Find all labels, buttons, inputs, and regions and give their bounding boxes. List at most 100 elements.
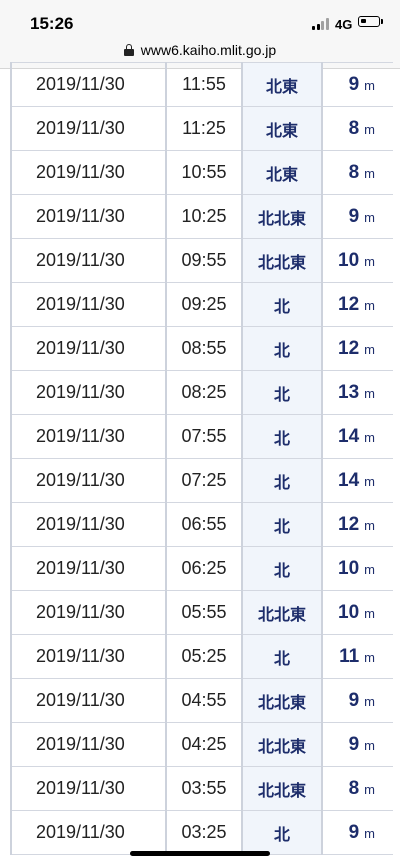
wind-speed-value: 9 — [348, 821, 360, 843]
time-cell: 06:25 — [165, 546, 243, 591]
wind-speed-cell: 14 m — [321, 458, 393, 503]
time-cell: 04:55 — [165, 678, 243, 723]
wind-speed-unit: m — [364, 561, 375, 577]
table-row: 2019/11/30 05:55 北北東 10 m — [10, 590, 393, 635]
wind-speed-cell: 14 m — [321, 414, 393, 459]
wind-speed-unit: m — [364, 253, 375, 269]
time-cell: 07:55 — [165, 414, 243, 459]
wind-observation-table: 2019/11/30 11:55 北東 9 m 2019/11/30 11:25 北東 8 m 20… — [10, 62, 393, 855]
wind-direction-cell: 北北東 — [241, 238, 323, 283]
date-cell: 2019/11/30 — [10, 414, 167, 459]
wind-speed-value: 9 — [348, 689, 360, 711]
wind-speed-value: 10 — [338, 557, 360, 579]
wind-speed-cell: 11 m — [321, 634, 393, 679]
wind-speed-unit: m — [364, 121, 375, 137]
wind-speed-value: 12 — [338, 337, 360, 359]
time-cell: 08:25 — [165, 370, 243, 415]
wind-speed-value: 11 — [339, 645, 360, 667]
table-row: 2019/11/30 06:55 北 12 m — [10, 502, 393, 547]
table-row: 2019/11/30 08:25 北 13 m — [10, 370, 393, 415]
cellular-signal-icon — [312, 18, 329, 30]
wind-speed-unit: m — [364, 77, 375, 93]
date-cell: 2019/11/30 — [10, 766, 167, 811]
table-row: 2019/11/30 10:55 北東 8 m — [10, 150, 393, 195]
table-row: 2019/11/30 10:25 北北東 9 m — [10, 194, 393, 239]
wind-speed-unit: m — [364, 165, 375, 181]
wind-speed-unit: m — [364, 429, 375, 445]
wind-speed-value: 10 — [338, 601, 360, 623]
wind-speed-unit: m — [364, 737, 375, 753]
date-cell: 2019/11/30 — [10, 590, 167, 635]
date-cell: 2019/11/30 — [10, 194, 167, 239]
wind-speed-unit: m — [364, 209, 375, 225]
wind-speed-unit: m — [364, 473, 375, 489]
wind-speed-unit: m — [364, 781, 375, 797]
battery-cap — [381, 19, 383, 24]
wind-speed-cell: 9m — [321, 194, 393, 239]
wind-speed-cell: 12 m — [321, 282, 393, 327]
wind-direction-cell: 北 — [241, 458, 323, 503]
wind-speed-unit: m — [364, 605, 375, 621]
wind-direction-cell: 北 — [241, 282, 323, 327]
date-cell: 2019/11/30 — [10, 326, 167, 371]
wind-speed-cell: 10 m — [321, 546, 393, 591]
time-cell: 08:55 — [165, 326, 243, 371]
wind-speed-cell: 10 m — [321, 238, 393, 283]
table-row: 2019/11/30 11:55 北東 9 m — [10, 62, 393, 107]
wind-direction-cell: 北 — [241, 370, 323, 415]
date-cell: 2019/11/30 — [10, 502, 167, 547]
home-indicator[interactable] — [130, 851, 270, 856]
time-cell: 04:25 — [165, 722, 243, 767]
battery-level — [361, 19, 366, 23]
date-cell: 2019/11/30 — [10, 546, 167, 591]
wind-speed-cell: 9m — [321, 810, 393, 855]
wind-speed-value: 8 — [348, 117, 360, 139]
time-cell: 07:25 — [165, 458, 243, 503]
table-row: 2019/11/30 06:25 北 10 m — [10, 546, 393, 591]
wind-speed-cell: 8m — [321, 766, 393, 811]
battery-icon — [358, 16, 380, 27]
wind-speed-unit: m — [364, 649, 375, 665]
wind-direction-cell: 北 — [241, 326, 323, 371]
time-cell: 03:55 — [165, 766, 243, 811]
date-cell: 2019/11/30 — [10, 106, 167, 151]
wind-direction-cell: 北東 — [241, 62, 323, 107]
time-cell: 10:55 — [165, 150, 243, 195]
time-cell: 09:55 — [165, 238, 243, 283]
wind-speed-value: 8 — [348, 777, 360, 799]
wind-speed-cell: 8m — [321, 106, 393, 151]
wind-speed-value: 12 — [338, 293, 360, 315]
wind-speed-cell: 9m — [321, 62, 393, 107]
wind-direction-cell: 北北東 — [241, 678, 323, 723]
wind-speed-cell: 9m — [321, 678, 393, 723]
wind-speed-value: 13 — [338, 381, 360, 403]
date-cell: 2019/11/30 — [10, 634, 167, 679]
table-row: 2019/11/30 05:25 北 11 m — [10, 634, 393, 679]
wind-speed-cell: 8m — [321, 150, 393, 195]
url-text[interactable]: www6.kaiho.mlit.go.jp — [141, 42, 276, 58]
date-cell: 2019/11/30 — [10, 370, 167, 415]
wind-speed-value: 14 — [338, 469, 360, 491]
wind-direction-cell: 北東 — [241, 106, 323, 151]
wind-direction-cell: 北北東 — [241, 194, 323, 239]
time-cell: 09:25 — [165, 282, 243, 327]
wind-speed-value: 8 — [348, 161, 360, 183]
table-row: 2019/11/30 03:25 北 9 m — [10, 810, 393, 855]
wind-speed-value: 10 — [338, 249, 360, 271]
table-row: 2019/11/30 07:55 北 14 m — [10, 414, 393, 459]
wind-direction-cell: 北東 — [241, 150, 323, 195]
wind-direction-cell: 北 — [241, 414, 323, 459]
observation-table-container[interactable]: 2019/11/30 11:55 北東 9 m 2019/11/30 11:25 北東 8 m 20… — [10, 62, 393, 866]
wind-speed-value: 12 — [338, 513, 360, 535]
wind-direction-cell: 北北東 — [241, 766, 323, 811]
date-cell: 2019/11/30 — [10, 150, 167, 195]
wind-direction-cell: 北 — [241, 810, 323, 855]
wind-speed-cell: 12 m — [321, 502, 393, 547]
wind-speed-unit: m — [364, 693, 375, 709]
date-cell: 2019/11/30 — [10, 62, 167, 107]
wind-speed-unit: m — [364, 517, 375, 533]
table-row: 2019/11/30 09:55 北北東 10 m — [10, 238, 393, 283]
table-row: 2019/11/30 04:25 北北東 9 m — [10, 722, 393, 767]
table-row: 2019/11/30 07:25 北 14 m — [10, 458, 393, 503]
date-cell: 2019/11/30 — [10, 678, 167, 723]
